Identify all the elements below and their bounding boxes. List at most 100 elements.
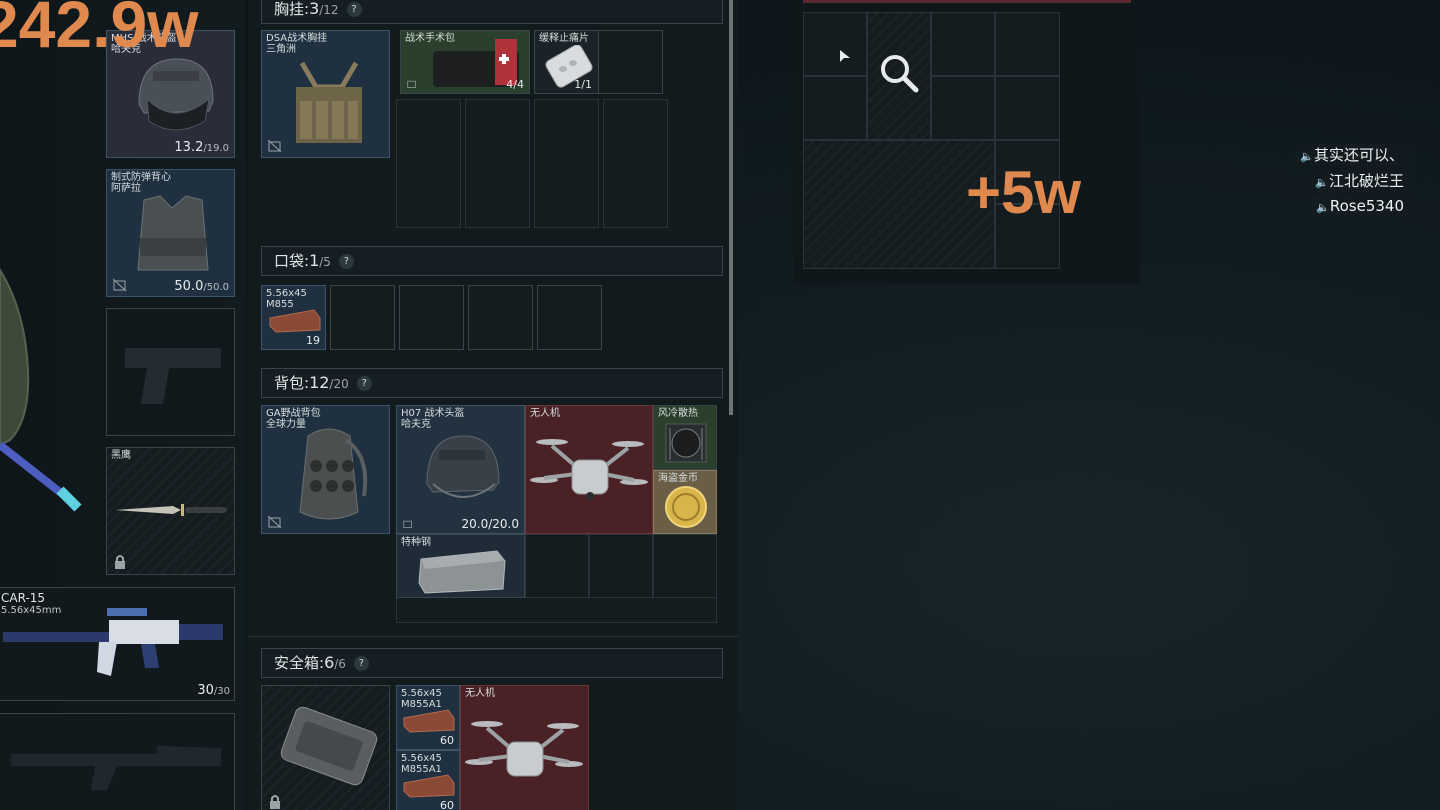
help-icon[interactable]: ?: [353, 656, 369, 671]
melee-slot[interactable]: 黑鹰: [106, 447, 235, 575]
safe-case-icon: [280, 706, 378, 786]
rifle-slot[interactable]: CAR-15 5.56x45mm 30/30: [0, 587, 235, 701]
steel-ingot-icon: [418, 550, 506, 594]
helmet-item-durability: 20.0/20.0: [461, 517, 519, 531]
loot-cell[interactable]: [803, 12, 867, 76]
knife-icon: [115, 504, 227, 516]
voice-chat-entry: 🔈Rose5340: [1312, 195, 1410, 217]
lock-icon: [115, 555, 125, 569]
painkiller-count: 1/1: [574, 78, 592, 91]
search-icon: [881, 55, 919, 93]
cpu-cooler-icon: [665, 423, 707, 463]
chest-rig-header: 胸挂:3/12?: [261, 0, 723, 24]
armor-slot[interactable]: 制式防弹背心 阿萨拉 50.0/50.0: [106, 169, 235, 297]
ammo-box-icon: [269, 309, 321, 333]
backpack-empty-slot[interactable]: [525, 534, 589, 598]
armor-vest-icon: [137, 195, 209, 271]
ammo-box-icon: [403, 709, 455, 733]
chest-rig-item-medkit[interactable]: 战术手术包 4/4: [400, 30, 530, 94]
cooler-label: 风冷散热: [658, 408, 698, 419]
backpack-empty-slot[interactable]: [653, 534, 717, 598]
voice-chat-entry: 🔈江北破烂王: [1311, 170, 1410, 192]
speaker-icon: 🔈: [1315, 176, 1329, 189]
ammo-box-icon: [403, 774, 455, 798]
speaker-icon: 🔈: [1300, 150, 1314, 163]
total-value-overlay: 242.9w: [0, 0, 199, 61]
pocket-empty-slot[interactable]: [330, 285, 395, 350]
pocket-item-ammo[interactable]: 5.56x45 M855 19: [261, 285, 326, 350]
secondary-weapon-slot[interactable]: [0, 713, 235, 810]
loot-cell[interactable]: [931, 76, 995, 140]
character-silhouette: [0, 268, 82, 512]
ammo-label: 5.56x45 M855: [266, 288, 307, 310]
painkiller-label: 缓释止痛片: [539, 33, 589, 44]
chest-rig-empty-slot[interactable]: [465, 99, 530, 228]
speaker-icon: 🔈: [1316, 201, 1330, 214]
pocket-empty-slot[interactable]: [468, 285, 533, 350]
safe-box-item-drone[interactable]: 无人机: [460, 685, 589, 810]
no-insure-icon: [403, 520, 412, 528]
pocket-header: 口袋:1/5?: [261, 246, 723, 276]
inventory-scrollbar[interactable]: [729, 0, 733, 415]
safe-ammo-label: 5.56x45 M855A1: [401, 753, 442, 775]
backpack-item-cooler[interactable]: 风冷散热: [653, 405, 717, 470]
backpack-empty-slot[interactable]: [589, 534, 653, 598]
loot-cell[interactable]: [995, 76, 1060, 140]
chest-rig-empty-slot[interactable]: [534, 99, 599, 228]
safe-drone-label: 无人机: [465, 688, 495, 699]
pocket-empty-slot[interactable]: [399, 285, 464, 350]
drone-label: 无人机: [530, 408, 560, 419]
chest-rig-icon: [296, 61, 362, 143]
loot-cell[interactable]: [931, 12, 995, 76]
no-insure-icon: [268, 139, 282, 153]
chest-rig-label: DSA战术胸挂 三角洲: [266, 33, 328, 55]
no-insure-icon: [113, 278, 127, 292]
no-insure-icon: [268, 515, 282, 529]
melee-label: 黑鹰: [111, 450, 131, 461]
safe-ammo-label: 5.56x45 M855A1: [401, 688, 442, 710]
backpack-item-coin[interactable]: 海盗金币: [653, 470, 717, 534]
backpack-icon: [299, 428, 368, 520]
backpack-item-helmet[interactable]: H07 战术头盔 哈夫克 20.0/20.0: [396, 405, 525, 534]
drone-icon: [530, 439, 648, 500]
safe-box-container[interactable]: [261, 685, 390, 810]
help-icon[interactable]: ?: [346, 2, 362, 17]
rifle-icon: [3, 608, 223, 676]
rifle-ammo: 30/30: [197, 683, 230, 698]
help-icon[interactable]: ?: [356, 376, 372, 391]
cursor-icon: [840, 50, 850, 62]
safe-box-item-ammo[interactable]: 5.56x45 M855A1 60: [396, 750, 460, 810]
armor-durability: 50.0/50.0: [174, 279, 229, 294]
chest-rig-item[interactable]: DSA战术胸挂 三角洲: [261, 30, 390, 158]
backpack-item-steel[interactable]: 特种钢: [396, 534, 525, 598]
safe-box-header: 安全箱:6/6?: [261, 648, 723, 678]
voice-chat-entry: 🔈其实还可以、: [1296, 144, 1410, 166]
helmet-durability: 13.2/19.0: [174, 140, 229, 155]
no-insure-icon: [407, 80, 416, 88]
backpack-item[interactable]: GA野战背包 全球力量: [261, 405, 390, 534]
backpack-item-drone[interactable]: 无人机: [525, 405, 653, 534]
loot-cell[interactable]: [995, 12, 1060, 76]
lock-icon: [270, 795, 280, 809]
safe-ammo-count: 60: [440, 799, 454, 810]
chest-rig-empty-slot[interactable]: [603, 99, 668, 228]
chest-rig-empty-slot[interactable]: [598, 30, 663, 94]
backpack-header: 背包:12/20?: [261, 368, 723, 398]
tactical-helmet-icon: [426, 435, 500, 498]
chest-rig-empty-slot[interactable]: [396, 99, 461, 228]
safe-box-item-ammo[interactable]: 5.56x45 M855A1 60: [396, 685, 460, 750]
gain-value-overlay: +5w: [966, 159, 1082, 226]
safe-ammo-count: 60: [440, 734, 454, 747]
armor-label: 制式防弹背心 阿萨拉: [111, 172, 171, 194]
loot-container-topbar: [803, 0, 1131, 3]
pistol-slot[interactable]: [106, 308, 235, 436]
pistol-placeholder-icon: [125, 348, 221, 404]
medkit-count: 4/4: [506, 78, 524, 91]
rifle-name: CAR-15: [1, 591, 46, 605]
ammo-count: 19: [306, 334, 320, 347]
rifle-placeholder-icon: [11, 746, 221, 790]
help-icon[interactable]: ?: [338, 254, 354, 269]
drone-icon: [465, 721, 583, 777]
loot-cell[interactable]: [803, 76, 867, 140]
pocket-empty-slot[interactable]: [537, 285, 602, 350]
